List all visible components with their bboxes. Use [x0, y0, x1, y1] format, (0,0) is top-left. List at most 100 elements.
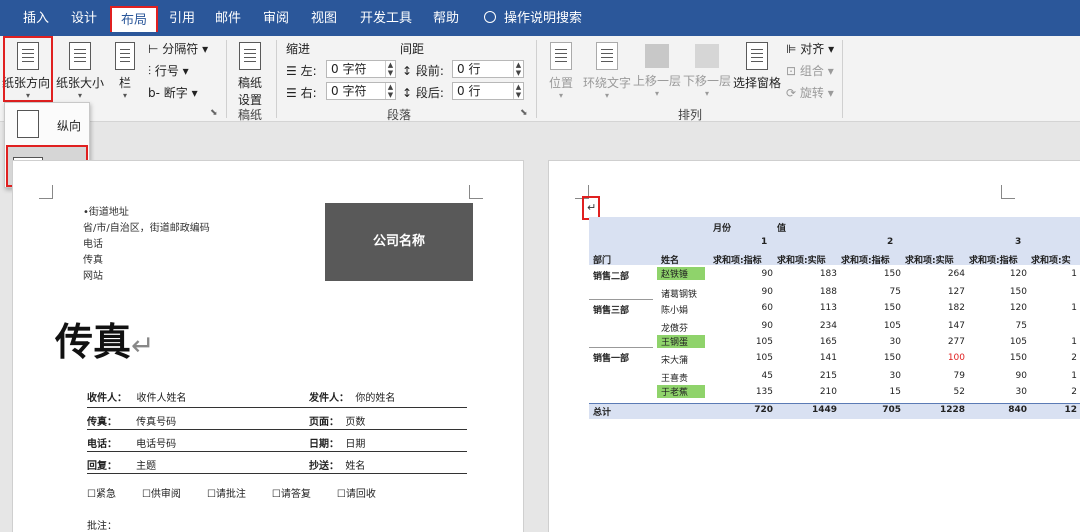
pivot-name-cell[interactable]: 王喜贵	[661, 371, 688, 384]
spacing-after-icon: ↕	[402, 86, 416, 100]
company-name-box[interactable]: 公司名称	[325, 203, 473, 281]
wrap-text-button[interactable]: 环绕文字 ▾	[582, 40, 632, 102]
pivot-measure-header[interactable]: 求和项:指标	[841, 253, 890, 266]
pivot-measure-header[interactable]: 求和项:实	[1031, 253, 1071, 266]
spacing-before-input[interactable]: 0 行 ▲ ▼	[452, 60, 524, 78]
indent-heading: 缩进	[286, 42, 311, 56]
tab-mailings[interactable]: 邮件	[208, 6, 248, 32]
pivot-name-cell[interactable]: 诸葛钢铁	[661, 287, 697, 300]
columns-icon	[115, 42, 135, 70]
ribbon-tab-bar: 插入 设计 布局 引用 邮件 审阅 视图 开发工具 帮助 操作说明搜索	[0, 0, 1080, 36]
pivot-name-cell[interactable]: 宋大蒲	[661, 353, 688, 366]
pivot-name-header[interactable]: 姓名	[661, 253, 679, 266]
checkbox-row[interactable]: ☐紧急 ☐供审阅 ☐请批注 ☐请答复 ☐请回收	[87, 485, 402, 500]
lightbulb-icon	[484, 11, 496, 23]
page-setup-launcher-icon[interactable]: ⬊	[210, 108, 218, 118]
pivot-dept-cell[interactable]: 销售三部	[593, 303, 629, 316]
size-button[interactable]: 纸张大小 ▾	[54, 40, 106, 102]
ribbon-layout-panel: 纸张方向 ▾ 纸张大小 ▾ 栏 ▾ ⊢ 分隔符 ▾ ⫶ 行号 ▾ b- 断字 ▾…	[0, 36, 1080, 122]
spacing-heading: 间距	[400, 42, 425, 56]
pivot-month-3[interactable]: 3	[1015, 237, 1021, 247]
line-numbers-button[interactable]: ⫶ 行号 ▾	[148, 62, 189, 79]
pivot-measure-header[interactable]: 求和项:指标	[713, 253, 762, 266]
spin-arrows-icon[interactable]: ▲ ▼	[385, 83, 395, 99]
pivot-name-cell[interactable]: 赵铁锤	[657, 267, 705, 280]
crop-mark	[1001, 185, 1015, 199]
text-cursor-mark: ↵	[587, 201, 597, 214]
spin-arrows-icon[interactable]: ▲ ▼	[513, 61, 523, 77]
pivot-name-cell[interactable]: 王钢蛋	[657, 335, 705, 348]
pivot-dept-header[interactable]: 部门	[593, 253, 611, 266]
paper-size-icon	[69, 42, 91, 70]
chevron-down-icon: ▾	[654, 89, 659, 98]
divider	[87, 451, 467, 452]
indent-right-input[interactable]: 0 字符 ▲ ▼	[326, 82, 396, 100]
pivot-name-cell[interactable]: 于老蕉	[657, 385, 705, 398]
selection-pane-button[interactable]: 选择窗格	[732, 40, 782, 102]
spin-arrows-icon[interactable]: ▲ ▼	[385, 61, 395, 77]
address-block: •街道地址 省/市/自治区，街道邮政编码 电话 传真 网站	[83, 207, 210, 282]
spacing-after-input[interactable]: 0 行 ▲ ▼	[452, 82, 524, 100]
pivot-measure-header[interactable]: 求和项:实际	[905, 253, 954, 266]
pivot-value-header[interactable]: 值	[777, 221, 786, 234]
pivot-dept-cell[interactable]: 销售一部	[593, 351, 629, 364]
pivot-dept-cell[interactable]: 销售二部	[593, 269, 629, 282]
tab-references[interactable]: 引用	[162, 6, 202, 32]
group-button[interactable]: ⊡ 组合 ▾	[786, 62, 834, 79]
position-icon	[550, 42, 572, 70]
separator	[226, 40, 227, 118]
portrait-icon	[17, 110, 39, 138]
separator	[536, 40, 537, 118]
tab-layout[interactable]: 布局	[110, 6, 158, 32]
chevron-down-icon: ▾	[122, 91, 127, 100]
pivot-name-cell[interactable]: 龙傲芬	[661, 321, 688, 334]
indent-right-label: ☰ 右:	[286, 86, 317, 100]
fax-title: 传真↵	[55, 320, 155, 364]
divider	[87, 407, 467, 408]
group-label-arrange: 排列	[677, 108, 702, 122]
pivot-month-2[interactable]: 2	[887, 237, 893, 247]
group-label-manuscript: 稿纸	[237, 108, 262, 122]
tab-review[interactable]: 审阅	[256, 6, 296, 32]
chevron-down-icon: ▾	[604, 91, 609, 100]
rotate-button[interactable]: ⟳ 旋转 ▾	[786, 84, 834, 101]
pivot-measure-header[interactable]: 求和项:实际	[777, 253, 826, 266]
manuscript-settings-button[interactable]: 稿纸 设置	[232, 40, 268, 107]
pivot-measure-header[interactable]: 求和项:指标	[969, 253, 1018, 266]
indent-left-input[interactable]: 0 字符 ▲ ▼	[326, 60, 396, 78]
paragraph-launcher-icon[interactable]: ⬊	[520, 108, 528, 118]
hyphenation-button[interactable]: b- 断字 ▾	[148, 84, 198, 101]
pivot-name-cell[interactable]: 陈小娟	[661, 303, 688, 316]
orientation-portrait-option[interactable]: 纵向	[7, 105, 87, 143]
separator	[842, 40, 843, 118]
pivot-month-header[interactable]: 月份	[713, 221, 731, 234]
tab-insert[interactable]: 插入	[14, 6, 58, 32]
reply-row: 回复： 主题	[87, 461, 157, 472]
tell-me-search[interactable]: 操作说明搜索	[484, 6, 582, 32]
spacing-before-label: ↕ 段前:	[402, 64, 444, 78]
spacing-before-icon: ↕	[402, 64, 416, 78]
spin-arrows-icon[interactable]: ▲ ▼	[513, 83, 523, 99]
document-page-pivot: ↵ 月份 值 1 2 3 部门 姓名 求和项:指标 求和项:实际 求和项:指标 …	[548, 160, 1080, 532]
tab-developer[interactable]: 开发工具	[354, 6, 418, 32]
tab-design[interactable]: 设计	[62, 6, 106, 32]
hyphenation-icon: b-	[148, 86, 164, 100]
separator	[276, 40, 277, 118]
highlight-orientation	[3, 36, 53, 102]
align-icon: ⊫	[786, 42, 801, 56]
bring-forward-button[interactable]: 上移一层 ▾	[632, 40, 682, 102]
group-icon: ⊡	[786, 64, 800, 78]
paragraph-mark-icon: ↵	[131, 329, 155, 362]
tab-help[interactable]: 帮助	[426, 6, 466, 32]
columns-button[interactable]: 栏 ▾	[110, 40, 140, 102]
send-backward-button[interactable]: 下移一层 ▾	[682, 40, 732, 102]
spacing-after-label: ↕ 段后:	[402, 86, 444, 100]
pivot-month-1[interactable]: 1	[761, 237, 767, 247]
chevron-down-icon: ▾	[77, 91, 82, 100]
wrap-text-icon	[596, 42, 618, 70]
tab-view[interactable]: 视图	[304, 6, 344, 32]
align-button[interactable]: ⊫ 对齐 ▾	[786, 40, 834, 57]
position-button[interactable]: 位置 ▾	[542, 40, 580, 102]
breaks-button[interactable]: ⊢ 分隔符 ▾	[148, 40, 208, 57]
crop-mark	[39, 185, 53, 199]
